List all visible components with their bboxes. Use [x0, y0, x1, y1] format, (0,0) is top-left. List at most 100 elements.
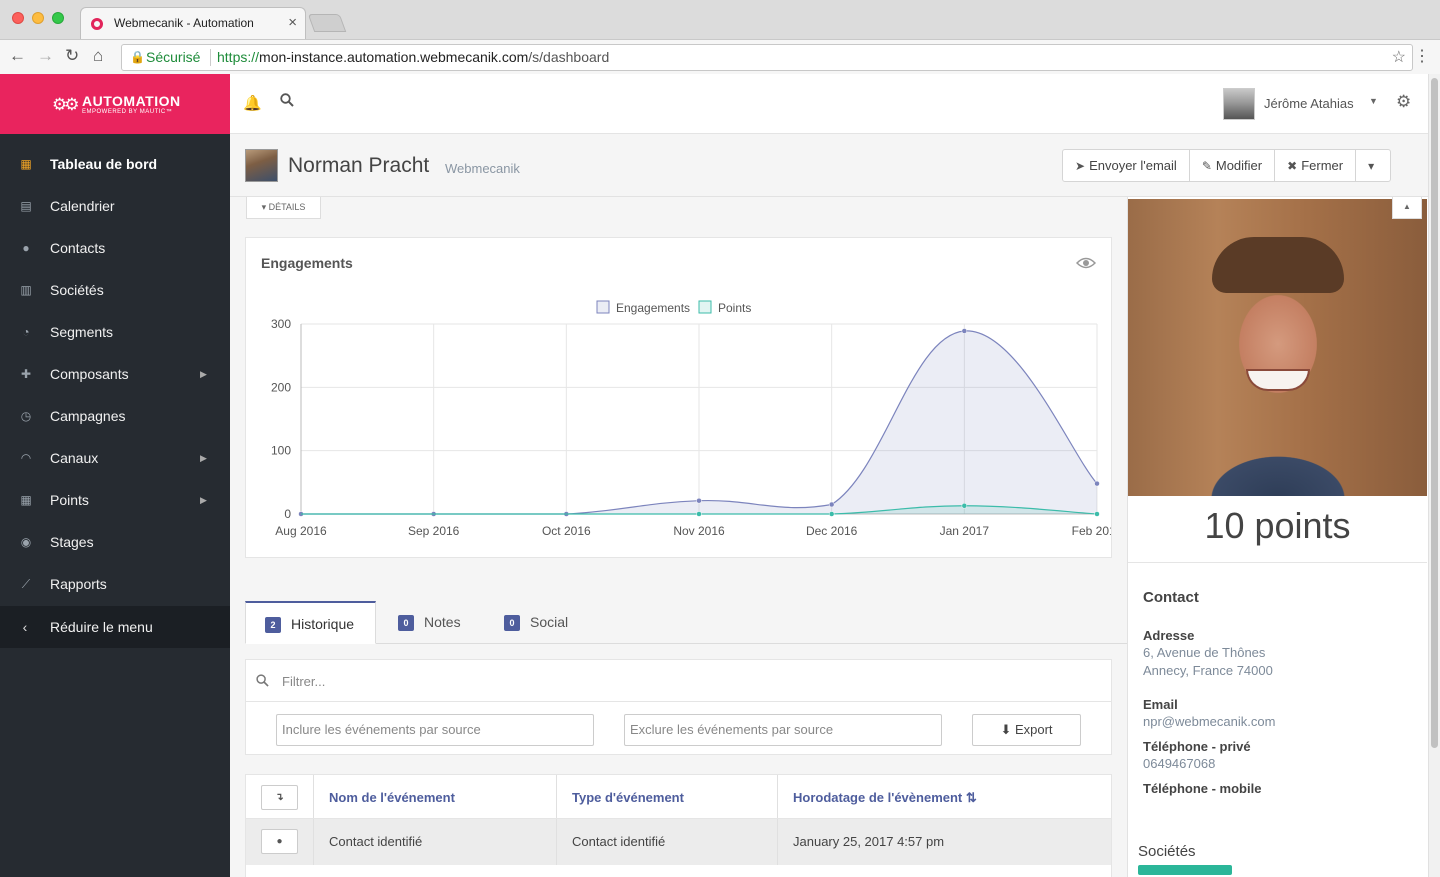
browser-menu-icon[interactable]: ⋮: [1414, 46, 1430, 66]
home-icon[interactable]: ⌂: [93, 46, 103, 66]
chevron-right-icon: ▶: [200, 368, 207, 379]
scrollbar-thumb[interactable]: [1431, 78, 1438, 748]
send-email-button[interactable]: ➤ Envoyer l'email: [1063, 150, 1190, 181]
contact-company[interactable]: Webmecanik: [445, 161, 520, 176]
event-time-cell: January 25, 2017 4:57 pm: [778, 819, 1111, 865]
sidebar-item-9[interactable]: ◉ Stages: [0, 521, 230, 563]
header-event-type[interactable]: Type d'événement: [557, 775, 778, 818]
sidebar-item-1[interactable]: ▤ Calendrier: [0, 185, 230, 227]
new-tab-button[interactable]: [307, 14, 347, 32]
action-icon: ✎: [1201, 159, 1212, 173]
window-zoom-button[interactable]: [52, 12, 64, 24]
sidebar-item-label: Stages: [50, 534, 94, 550]
tab-social[interactable]: 0 Social: [504, 601, 568, 644]
sidebar-item-3[interactable]: ▥ Sociétés: [0, 269, 230, 311]
filter-search-input[interactable]: [282, 669, 1082, 693]
x-tick-label: Feb 2017: [1072, 524, 1111, 538]
action-label: Fermer: [1301, 158, 1344, 173]
puzzle-icon: ✚: [20, 367, 32, 381]
company-badge[interactable]: [1138, 865, 1232, 875]
sidebar-item-label: Calendrier: [50, 198, 115, 214]
window-close-button[interactable]: [12, 12, 24, 24]
avatar: [1223, 88, 1255, 120]
companies-title: Sociétés: [1138, 843, 1196, 860]
detail-tabs: 2 Historique 0 Notes 0 Social: [245, 601, 1127, 644]
tab-notes[interactable]: 0 Notes: [398, 601, 461, 644]
export-button[interactable]: ⬇ Export: [972, 714, 1081, 746]
column-header: Type d'événement: [572, 790, 684, 805]
sort-icon: ⇅: [965, 790, 977, 805]
events-table: ↴ Nom de l'événement Type d'événement Ho…: [245, 774, 1112, 877]
bell-icon[interactable]: 🔔: [243, 94, 262, 112]
building-icon: ▥: [20, 283, 32, 297]
eye-icon[interactable]: [1076, 256, 1096, 270]
collapse-menu-button[interactable]: ‹ Réduire le menu: [0, 606, 230, 648]
sidebar-item-label: Tableau de bord: [50, 156, 158, 172]
close-button[interactable]: ✖ Fermer: [1275, 150, 1357, 181]
column-header-label: Horodatage de l'évènement: [793, 790, 963, 805]
header-event-name[interactable]: Nom de l'événement: [314, 775, 557, 818]
bookmark-star-icon[interactable]: ☆: [1392, 45, 1406, 70]
url-separator: [210, 49, 211, 66]
tab-label: Notes: [424, 614, 461, 630]
include-sources-select[interactable]: Inclure les événements par source: [276, 714, 594, 746]
sidebar-item-8[interactable]: ▦ Points ▶: [0, 479, 230, 521]
address-bar[interactable]: 🔒 Sécurisé https://mon-instance.automati…: [121, 44, 1413, 71]
sidebar-item-4[interactable]: ◔ Segments: [0, 311, 230, 353]
gear-icon[interactable]: ⚙: [1396, 92, 1411, 112]
page-title: Norman Pracht: [288, 154, 430, 177]
event-type-cell: Contact identifié: [557, 819, 778, 865]
export-label: Export: [1014, 722, 1053, 737]
sidebar-item-label: Segments: [50, 324, 114, 340]
sidebar-item-7[interactable]: ◠ Canaux ▶: [0, 437, 230, 479]
browser-tab[interactable]: Webmecanik - Automation ×: [80, 7, 306, 39]
x-tick-label: Sep 2016: [408, 524, 460, 538]
tab-label: Social: [530, 614, 569, 630]
sidebar-item-2[interactable]: ● Contacts: [0, 227, 230, 269]
sidebar-item-label: Contacts: [50, 240, 106, 256]
timeline-filters: Inclure les événements par source Exclur…: [245, 659, 1112, 755]
action-label: Envoyer l'email: [1089, 158, 1177, 173]
caret-down-icon: ▼: [1369, 96, 1378, 106]
expand-all-button[interactable]: ↴: [261, 785, 298, 810]
browser-chrome: Webmecanik - Automation × ← → ↻ ⌂ 🔒 Sécu…: [0, 0, 1440, 74]
y-tick-label: 300: [271, 317, 291, 331]
reload-icon[interactable]: ↻: [65, 46, 79, 66]
sidebar-item-5[interactable]: ✚ Composants ▶: [0, 353, 230, 395]
phone-mobile-label: Téléphone - mobile: [1143, 781, 1262, 796]
more-actions-button[interactable]: ▾: [1356, 150, 1390, 181]
sidebar-item-10[interactable]: ⟋ Rapports: [0, 563, 230, 605]
forward-icon[interactable]: →: [37, 46, 54, 66]
data-point: [961, 328, 968, 334]
email-value[interactable]: npr@webmecanik.com: [1143, 714, 1275, 729]
table-row[interactable]: ● Contact identifié Contact identifié Ja…: [246, 819, 1111, 865]
sidebar-item-0[interactable]: ▦ Tableau de bord: [0, 143, 230, 185]
action-icon: ✖: [1287, 159, 1298, 173]
window-minimize-button[interactable]: [32, 12, 44, 24]
user-icon[interactable]: ●: [261, 829, 298, 854]
details-toggle[interactable]: ▾ DÉTAILS: [246, 197, 321, 219]
data-point: [696, 511, 702, 517]
brand-gear-icon: ⚙⚙: [52, 95, 80, 114]
exclude-sources-select[interactable]: Exclure les événements par source: [624, 714, 942, 746]
tab-history[interactable]: 2 Historique: [245, 601, 376, 644]
action-button-group: ➤ Envoyer l'email ✎ Modifier ✖ Fermer ▾: [1062, 149, 1392, 182]
page-scrollbar[interactable]: [1428, 74, 1440, 877]
brand-bar[interactable]: ⚙⚙ AUTOMATION EMPOWERED BY MAUTIC™: [0, 74, 230, 134]
tab-close-icon[interactable]: ×: [288, 14, 297, 31]
y-tick-label: 0: [284, 507, 291, 521]
tab-count-badge: 0: [398, 615, 414, 631]
contact-photo: [1128, 199, 1427, 496]
address-line2: Annecy, France 74000: [1143, 663, 1273, 678]
sidebar-item-6[interactable]: ◷ Campagnes: [0, 395, 230, 437]
search-icon[interactable]: [280, 93, 294, 107]
header-cell-toggle: ↴: [246, 775, 314, 818]
edit-button[interactable]: ✎ Modifier: [1190, 150, 1276, 181]
header-event-timestamp[interactable]: Horodatage de l'évènement ⇅: [778, 775, 1111, 818]
chevron-up-icon[interactable]: ▲: [1392, 197, 1422, 219]
back-icon[interactable]: ←: [9, 46, 26, 66]
phone-private-value: 0649467068: [1143, 756, 1216, 771]
browser-toolbar: ← → ↻ ⌂ 🔒 Sécurisé https://mon-instance.…: [0, 39, 1440, 74]
data-point: [696, 497, 702, 504]
row-icon-cell: ●: [246, 819, 314, 865]
